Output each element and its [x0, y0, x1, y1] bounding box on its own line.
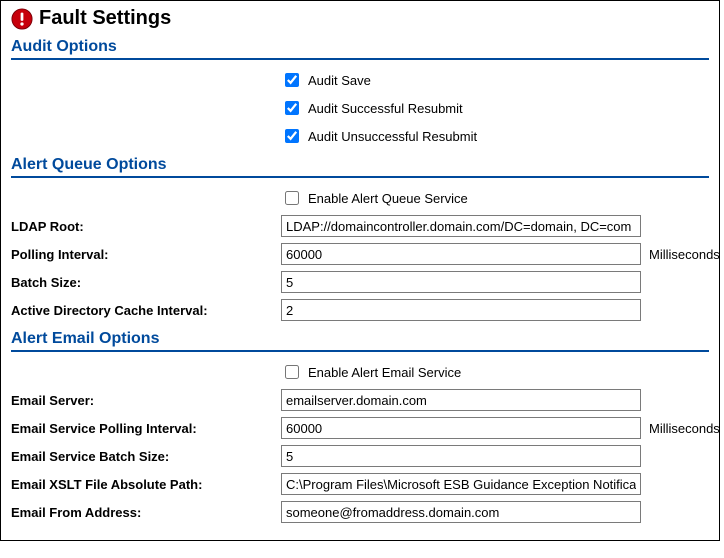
input-col [281, 389, 709, 411]
input-email-from-address[interactable] [281, 501, 641, 523]
input-col: Audit Save [281, 70, 709, 90]
units-email-polling-interval: Milliseconds [649, 421, 720, 436]
section-title-audit: Audit Options [11, 38, 709, 56]
checkbox-label-audit-unsuccess: Audit Unsuccessful Resubmit [308, 129, 477, 144]
label-batch-size: Batch Size: [11, 275, 281, 290]
input-col [281, 501, 709, 523]
page-header: Fault Settings [11, 7, 709, 30]
row-enable-email: Enable Alert Email Service [11, 360, 709, 384]
input-col [281, 215, 709, 237]
row-enable-queue: Enable Alert Queue Service [11, 186, 709, 210]
row-audit-save: Audit Save [11, 68, 709, 92]
fault-settings-panel: Fault Settings Audit Options Audit Save … [0, 0, 720, 541]
checkbox-enable-email[interactable] [285, 365, 299, 379]
label-email-from-address: Email From Address: [11, 505, 281, 520]
input-ad-cache-interval[interactable] [281, 299, 641, 321]
label-email-server: Email Server: [11, 393, 281, 408]
row-polling-interval: Polling Interval: Milliseconds [11, 242, 709, 266]
input-col [281, 299, 709, 321]
section-title-queue: Alert Queue Options [11, 156, 709, 174]
page-title: Fault Settings [39, 7, 171, 30]
input-col: Milliseconds [281, 243, 720, 265]
checkbox-label-audit-save: Audit Save [308, 73, 371, 88]
checkbox-label-enable-email: Enable Alert Email Service [308, 365, 461, 380]
input-col [281, 473, 709, 495]
label-ad-cache-interval: Active Directory Cache Interval: [11, 303, 281, 318]
row-ldap-root: LDAP Root: [11, 214, 709, 238]
section-title-email: Alert Email Options [11, 330, 709, 348]
row-email-polling-interval: Email Service Polling Interval: Millisec… [11, 416, 709, 440]
units-polling-interval: Milliseconds [649, 247, 720, 262]
checkbox-label-enable-queue: Enable Alert Queue Service [308, 191, 468, 206]
row-ad-cache-interval: Active Directory Cache Interval: [11, 298, 709, 322]
section-rule [11, 176, 709, 178]
section-rule [11, 350, 709, 352]
label-email-xslt-path: Email XSLT File Absolute Path: [11, 477, 281, 492]
label-polling-interval: Polling Interval: [11, 247, 281, 262]
row-email-from-address: Email From Address: [11, 500, 709, 524]
section-rule [11, 58, 709, 60]
checkbox-audit-success[interactable] [285, 101, 299, 115]
checkbox-audit-unsuccess[interactable] [285, 129, 299, 143]
input-email-polling-interval[interactable] [281, 417, 641, 439]
label-ldap-root: LDAP Root: [11, 219, 281, 234]
label-email-polling-interval: Email Service Polling Interval: [11, 421, 281, 436]
row-audit-unsuccess: Audit Unsuccessful Resubmit [11, 124, 709, 148]
row-batch-size: Batch Size: [11, 270, 709, 294]
input-col [281, 271, 709, 293]
input-polling-interval[interactable] [281, 243, 641, 265]
input-email-batch-size[interactable] [281, 445, 641, 467]
input-email-server[interactable] [281, 389, 641, 411]
input-ldap-root[interactable] [281, 215, 641, 237]
input-email-xslt-path[interactable] [281, 473, 641, 495]
row-email-xslt-path: Email XSLT File Absolute Path: [11, 472, 709, 496]
input-col: Enable Alert Queue Service [281, 188, 709, 208]
label-email-batch-size: Email Service Batch Size: [11, 449, 281, 464]
alert-icon [11, 8, 33, 30]
input-col [281, 445, 709, 467]
row-audit-success: Audit Successful Resubmit [11, 96, 709, 120]
input-col: Milliseconds [281, 417, 720, 439]
input-batch-size[interactable] [281, 271, 641, 293]
checkbox-enable-queue[interactable] [285, 191, 299, 205]
row-email-server: Email Server: [11, 388, 709, 412]
row-email-batch-size: Email Service Batch Size: [11, 444, 709, 468]
checkbox-label-audit-success: Audit Successful Resubmit [308, 101, 463, 116]
input-col: Audit Unsuccessful Resubmit [281, 126, 709, 146]
input-col: Audit Successful Resubmit [281, 98, 709, 118]
input-col: Enable Alert Email Service [281, 362, 709, 382]
checkbox-audit-save[interactable] [285, 73, 299, 87]
